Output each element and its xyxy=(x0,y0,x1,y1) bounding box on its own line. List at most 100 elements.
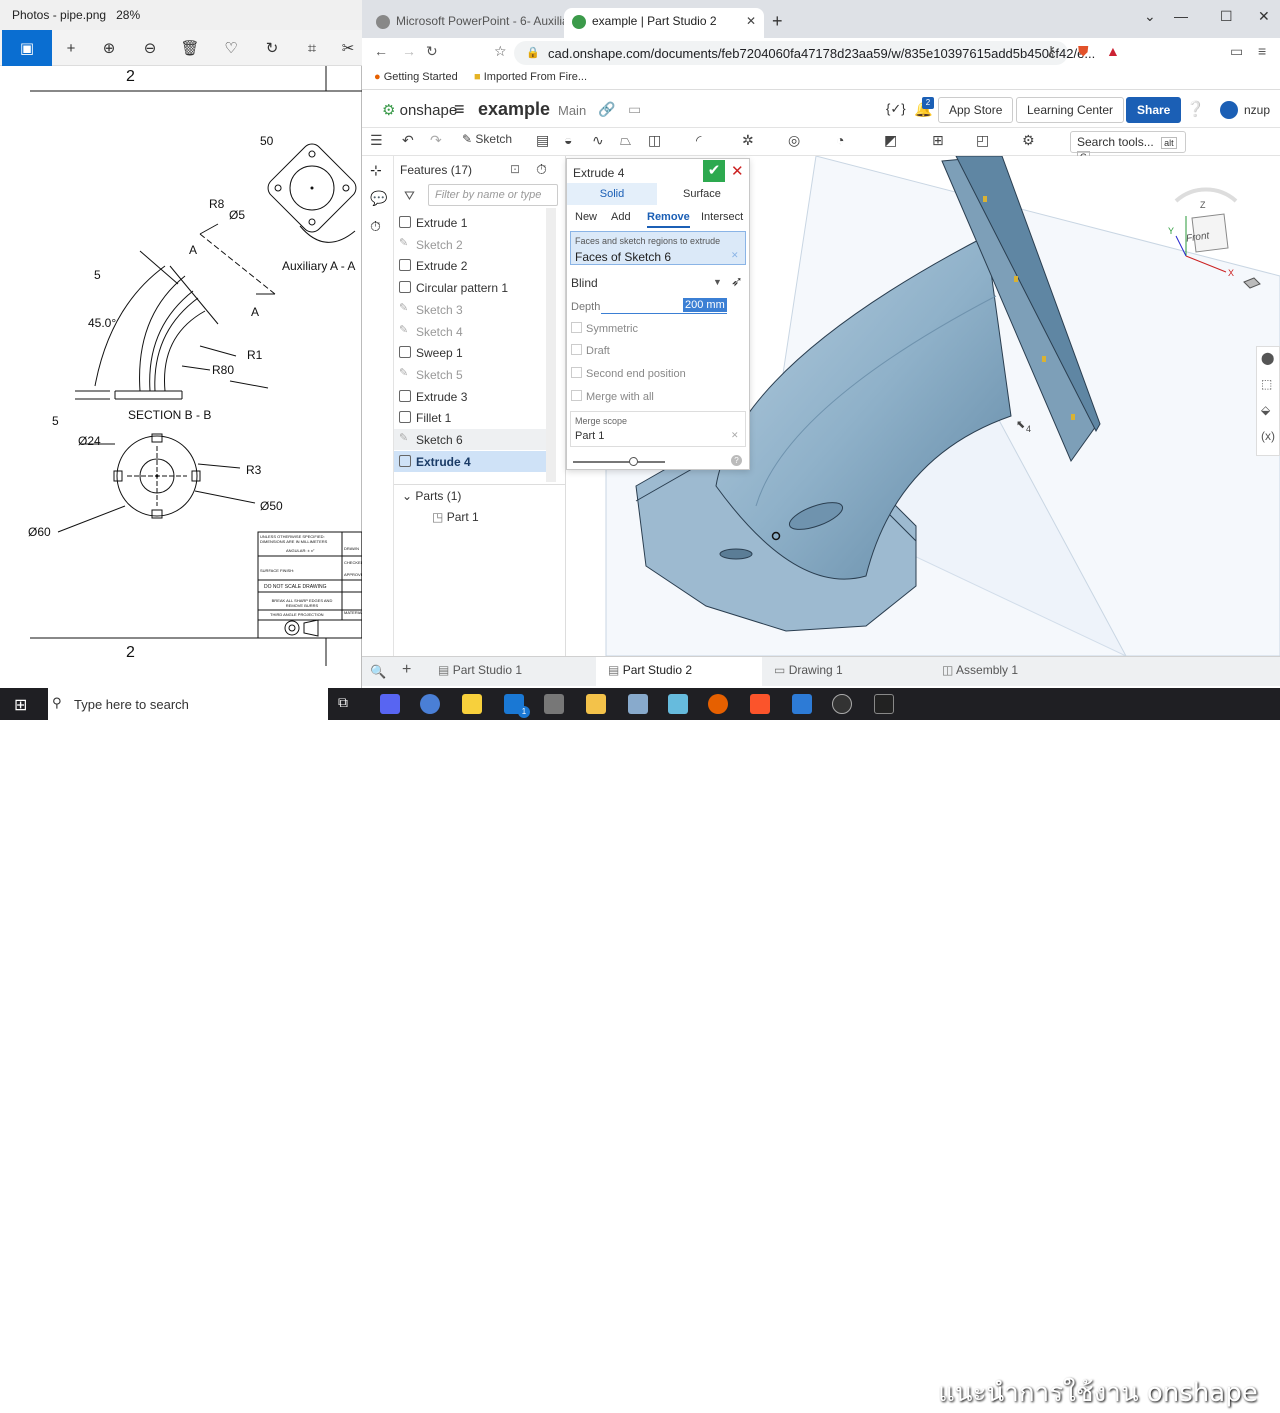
chevron-down-icon[interactable]: ⌄ xyxy=(1144,8,1156,25)
photos-icon[interactable] xyxy=(792,694,812,714)
calculator-icon[interactable] xyxy=(544,694,564,714)
filter-icon[interactable]: ⛛ xyxy=(404,188,415,204)
mate-connector-icon[interactable]: ⊞ xyxy=(932,132,944,149)
feature-list-icon[interactable]: ☰ xyxy=(370,132,383,149)
help-icon[interactable]: ❔ xyxy=(1186,100,1205,118)
bookmark-getting-started[interactable]: ● Getting Started xyxy=(374,71,458,83)
task-view-icon[interactable]: ⧉ xyxy=(338,694,358,714)
plane-icon[interactable]: ◩ xyxy=(884,132,897,149)
share-button[interactable]: Share xyxy=(1126,97,1182,123)
minimize-icon[interactable]: — xyxy=(1174,8,1188,24)
add-feature-icon[interactable]: ⊹ xyxy=(370,162,382,179)
rollback-slider-track[interactable] xyxy=(573,461,665,463)
close-window-icon[interactable]: ✕ xyxy=(1258,8,1270,25)
tab-solid[interactable]: Solid xyxy=(567,183,657,205)
feature-item[interactable]: ✎ Sketch 3 xyxy=(394,299,546,320)
stopwatch-icon[interactable]: ⏱ xyxy=(370,218,381,235)
paint-icon[interactable] xyxy=(628,694,648,714)
maximize-icon[interactable]: ☐ xyxy=(1220,8,1233,25)
feature-item[interactable]: Circular pattern 1 xyxy=(394,277,546,298)
taskbar-search[interactable]: ⚲ Type here to search xyxy=(48,688,328,720)
rotate-icon[interactable]: ↻ xyxy=(258,34,286,62)
merge-with-all-checkbox[interactable]: Merge with all xyxy=(571,390,654,403)
bookmark-imported[interactable]: ■ Imported From Fire... xyxy=(474,71,587,83)
app-r-icon[interactable] xyxy=(420,694,440,714)
feature-item[interactable]: Fillet 1 xyxy=(394,407,546,428)
app-icon[interactable] xyxy=(832,694,852,714)
zoom-out-icon[interactable]: ⊖ xyxy=(136,34,164,62)
thicken-icon[interactable]: ◫ xyxy=(648,132,661,149)
crop-icon[interactable]: ⌗ xyxy=(298,34,326,62)
brave-shield-icon[interactable]: ⛊ xyxy=(1078,43,1089,60)
key-icon[interactable]: ⚷ xyxy=(1046,43,1056,60)
delete-icon[interactable]: 🗑 xyxy=(176,34,204,62)
feature-item[interactable]: ✎ Sketch 4 xyxy=(394,321,546,342)
firefox-icon[interactable] xyxy=(708,694,728,714)
add-folder-icon[interactable]: ⊡ xyxy=(510,162,520,176)
feature-list-scrollbar[interactable] xyxy=(546,208,556,482)
feature-item[interactable]: Extrude 1 xyxy=(394,212,546,233)
sweep-icon[interactable]: ∿ xyxy=(592,132,604,149)
feature-filter-input[interactable]: Filter by name or type xyxy=(428,184,558,206)
zoom-in-icon[interactable]: ⊕ xyxy=(95,34,123,62)
sketch-button[interactable]: ✎ Sketch xyxy=(462,132,512,146)
clear-x-icon[interactable]: ✕ xyxy=(731,250,739,261)
parts-header[interactable]: ⌄ Parts (1) xyxy=(402,489,461,503)
sheet-metal-icon[interactable]: ◰ xyxy=(976,132,989,149)
new-tab-icon[interactable]: + xyxy=(772,11,783,32)
end-type-select[interactable]: Blind xyxy=(571,276,598,290)
extrude-icon[interactable]: ▤ xyxy=(536,132,549,149)
back-icon[interactable]: ← xyxy=(374,43,388,59)
tab-surface[interactable]: Surface xyxy=(683,188,721,200)
revolve-icon[interactable]: ◒ xyxy=(564,132,572,148)
feature-item[interactable]: Extrude 3 xyxy=(394,386,546,407)
reload-icon[interactable]: ↻ xyxy=(426,43,438,60)
op-new[interactable]: New xyxy=(575,211,597,223)
pattern-icon[interactable]: ✲ xyxy=(742,132,754,149)
search-tabs-icon[interactable]: 🔍 xyxy=(370,664,386,680)
boolean-icon[interactable]: ◎ xyxy=(788,132,800,149)
document-name[interactable]: example xyxy=(478,99,550,120)
feature-item[interactable]: Extrude 4 xyxy=(394,450,546,472)
add-icon[interactable]: + xyxy=(57,34,85,62)
brave-icon[interactable] xyxy=(750,694,770,714)
feature-item[interactable]: ✎ Sketch 2 xyxy=(394,234,546,255)
cancel-x-icon[interactable]: ✕ xyxy=(731,162,744,180)
bookmark-icon[interactable]: ☆ xyxy=(494,43,507,60)
redo-icon[interactable]: ↷ xyxy=(430,132,442,149)
wallet-icon[interactable]: ▭ xyxy=(1230,43,1243,60)
feature-item[interactable]: Sweep 1 xyxy=(394,342,546,363)
op-remove[interactable]: Remove xyxy=(647,211,690,228)
undo-icon[interactable]: ↶ xyxy=(402,132,414,149)
second-end-checkbox[interactable]: Second end position xyxy=(571,367,686,380)
loft-icon[interactable]: ⏢ xyxy=(620,132,631,149)
draft-checkbox[interactable]: Draft xyxy=(571,344,610,357)
sticky-notes-icon[interactable] xyxy=(462,694,482,714)
folder-icon[interactable]: ▭ xyxy=(628,101,641,118)
mass-properties-icon[interactable]: ⬚ xyxy=(1261,377,1272,391)
url-bar[interactable]: 🔒 cad.onshape.com/documents/feb7204060fa… xyxy=(514,41,1095,65)
app-icon[interactable] xyxy=(668,694,688,714)
transform-icon[interactable]: ◔ xyxy=(836,132,844,148)
edit-icon[interactable]: ✂ xyxy=(334,34,362,62)
browser-tab-onshape[interactable]: example | Part Studio 2 ✕ xyxy=(564,8,764,38)
forward-icon[interactable]: → xyxy=(402,43,416,59)
discord-icon[interactable] xyxy=(380,694,400,714)
onshape-logo[interactable]: ⚙ onshape xyxy=(382,101,457,119)
op-add[interactable]: Add xyxy=(611,211,631,223)
windows-start-icon[interactable]: ⊞ xyxy=(14,695,27,715)
photos-view-icon[interactable]: ▣ xyxy=(2,30,52,66)
tab-part-studio-2[interactable]: ▤ Part Studio 2 xyxy=(608,663,692,677)
learning-center-button[interactable]: Learning Center xyxy=(1016,97,1125,123)
hamburger-menu-icon[interactable]: ≡ xyxy=(454,99,465,120)
feature-item[interactable]: ✎ Sketch 6 xyxy=(394,429,546,450)
clear-x-icon[interactable]: ✕ xyxy=(731,430,739,441)
op-intersect[interactable]: Intersect xyxy=(701,211,743,223)
app-store-button[interactable]: App Store xyxy=(938,97,1014,123)
rollback-slider-handle[interactable] xyxy=(629,457,638,466)
help-icon[interactable]: ? xyxy=(731,455,742,466)
link-icon[interactable]: 🔗 xyxy=(598,101,615,118)
feature-item[interactable]: ✎ Sketch 5 xyxy=(394,364,546,385)
favorite-icon[interactable]: ♡ xyxy=(217,34,245,62)
tab-part-studio-1[interactable]: ▤ Part Studio 1 xyxy=(438,663,522,677)
